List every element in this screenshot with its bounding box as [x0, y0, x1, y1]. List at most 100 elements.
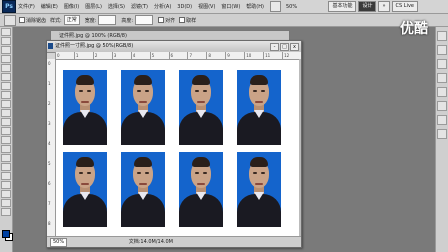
menu-edit[interactable]: 编辑(E) [41, 3, 58, 10]
ruler-h-tick: 0 [55, 52, 74, 59]
minimize-button[interactable]: - [270, 43, 279, 51]
ruler-v-tick: 4 [48, 141, 51, 146]
menu-window[interactable]: 窗口(W) [221, 3, 240, 10]
menu-layer[interactable]: 图层(L) [85, 3, 102, 10]
id-photo[interactable] [121, 70, 165, 145]
background-document-title: 证件照.jpg @ 100% (RGB/8) [59, 33, 127, 39]
menu-help[interactable]: 帮助(H) [246, 3, 264, 10]
height-label: 高度: [121, 17, 134, 24]
checkbox-antialias[interactable]: 消除锯齿 [19, 17, 46, 24]
width-label: 宽度: [84, 17, 97, 24]
marquee-tool-icon[interactable] [1, 37, 11, 45]
3d-rotate-tool-icon[interactable] [1, 190, 11, 198]
stamp-tool-icon[interactable] [1, 100, 11, 108]
brush-tool-icon[interactable] [1, 91, 11, 99]
menu-bar: Ps 文件(F) 编辑(E) 图像(I) 图层(L) 选择(S) 滤镜(T) 分… [0, 0, 448, 14]
channels-panel-icon[interactable] [437, 45, 447, 55]
ruler-h-tick: 3 [111, 52, 131, 59]
status-bar: 50% 文档:14.0M/14.0M [47, 236, 301, 247]
id-photo[interactable] [63, 152, 107, 227]
bridge-icon[interactable] [269, 1, 281, 12]
path-select-tool-icon[interactable] [1, 172, 11, 180]
gradient-tool-icon[interactable] [1, 127, 11, 135]
document-icon [48, 43, 53, 49]
healing-tool-icon[interactable] [1, 82, 11, 90]
close-button[interactable]: x [290, 43, 299, 51]
pen-tool-icon[interactable] [1, 154, 11, 162]
history-panel-icon[interactable] [437, 73, 447, 83]
vertical-scrollbar[interactable] [299, 59, 301, 236]
style-select[interactable]: 正常 [63, 15, 80, 25]
ruler-h-tick: 2 [92, 52, 112, 59]
history-brush-tool-icon[interactable] [1, 109, 11, 117]
ruler-h-tick: 8 [206, 52, 225, 59]
eyedropper-tool-icon[interactable] [1, 73, 11, 81]
menu-analysis[interactable]: 分析(A) [154, 3, 171, 10]
tool-preset-icon[interactable] [4, 14, 16, 26]
swatches-panel-icon[interactable] [437, 115, 447, 125]
maximize-button[interactable]: □ [280, 43, 289, 51]
menu-filter[interactable]: 滤镜(T) [131, 3, 148, 10]
canvas[interactable] [56, 60, 299, 236]
menu-view[interactable]: 视图(V) [198, 3, 215, 10]
id-photo[interactable] [237, 70, 281, 145]
ruler-v-tick: 2 [48, 101, 51, 106]
panel-dock [435, 27, 448, 252]
id-photo[interactable] [121, 152, 165, 227]
zoom-tool-icon[interactable] [1, 208, 11, 216]
status-zoom-field[interactable]: 50% [50, 238, 68, 247]
shape-tool-icon[interactable] [1, 181, 11, 189]
move-tool-icon[interactable] [1, 28, 11, 36]
vertical-ruler[interactable]: 0 1 2 3 4 5 6 7 8 [47, 59, 56, 236]
dodge-tool-icon[interactable] [1, 145, 11, 153]
ruler-v-tick: 0 [48, 61, 51, 66]
ruler-v-tick: 5 [48, 161, 51, 166]
ruler-h-tick: 6 [168, 52, 188, 59]
blur-tool-icon[interactable] [1, 136, 11, 144]
masks-panel-icon[interactable] [437, 101, 447, 111]
cs-live-button[interactable]: CS Live [391, 1, 418, 12]
checkbox-align[interactable]: 对齐 [158, 17, 175, 24]
checkbox-sample[interactable]: 取样 [179, 17, 196, 24]
styles-panel-icon[interactable] [437, 129, 447, 139]
id-photo[interactable] [63, 70, 107, 145]
ruler-v-tick: 7 [48, 201, 51, 206]
photoshop-logo: Ps [2, 0, 16, 13]
id-photo[interactable] [179, 152, 223, 227]
id-photo[interactable] [179, 70, 223, 145]
eraser-tool-icon[interactable] [1, 118, 11, 126]
ruler-h-tick: 7 [187, 52, 206, 59]
ruler-v-tick: 1 [48, 81, 51, 86]
foreground-color-swatch[interactable] [2, 230, 10, 238]
workspace-more-button[interactable]: » [378, 1, 390, 12]
quick-select-tool-icon[interactable] [1, 55, 11, 63]
crop-tool-icon[interactable] [1, 64, 11, 72]
document-window[interactable]: 证件照一寸照.jpg @ 50%(RGB/8) - □ x 0 1 2 3 4 … [46, 40, 302, 248]
lasso-tool-icon[interactable] [1, 46, 11, 54]
ruler-h-tick: 10 [244, 52, 263, 59]
menu-3d[interactable]: 3D(D) [177, 4, 192, 10]
type-tool-icon[interactable] [1, 163, 11, 171]
width-field[interactable] [98, 15, 117, 25]
menu-select[interactable]: 选择(S) [108, 3, 125, 10]
adjustments-panel-icon[interactable] [437, 87, 447, 97]
ruler-v-tick: 8 [48, 221, 51, 226]
horizontal-ruler[interactable]: 0 1 2 3 4 5 6 7 8 9 10 11 12 [55, 52, 301, 60]
hand-tool-icon[interactable] [1, 199, 11, 207]
tools-panel [0, 27, 13, 252]
menu-image[interactable]: 图像(I) [64, 3, 79, 10]
ruler-v-tick: 6 [48, 181, 51, 186]
options-bar: 消除锯齿 样式: 正常 宽度: 高度: 对齐 取样 [0, 14, 448, 27]
paths-panel-icon[interactable] [437, 59, 447, 69]
height-field[interactable] [135, 15, 154, 25]
ruler-h-tick: 11 [263, 52, 282, 59]
workspace-design-button[interactable]: 设计 [358, 1, 377, 12]
menu-file[interactable]: 文件(F) [18, 3, 35, 10]
ruler-h-tick: 5 [149, 52, 169, 59]
ruler-h-tick: 1 [73, 52, 93, 59]
workspace-basic-button[interactable]: 基本功能 [328, 1, 357, 12]
id-photo[interactable] [237, 152, 281, 227]
document-size-info[interactable]: 文档:14.0M/14.0M [129, 237, 173, 247]
layers-panel-icon[interactable] [437, 31, 447, 41]
zoom-level[interactable]: 50% [286, 4, 297, 10]
